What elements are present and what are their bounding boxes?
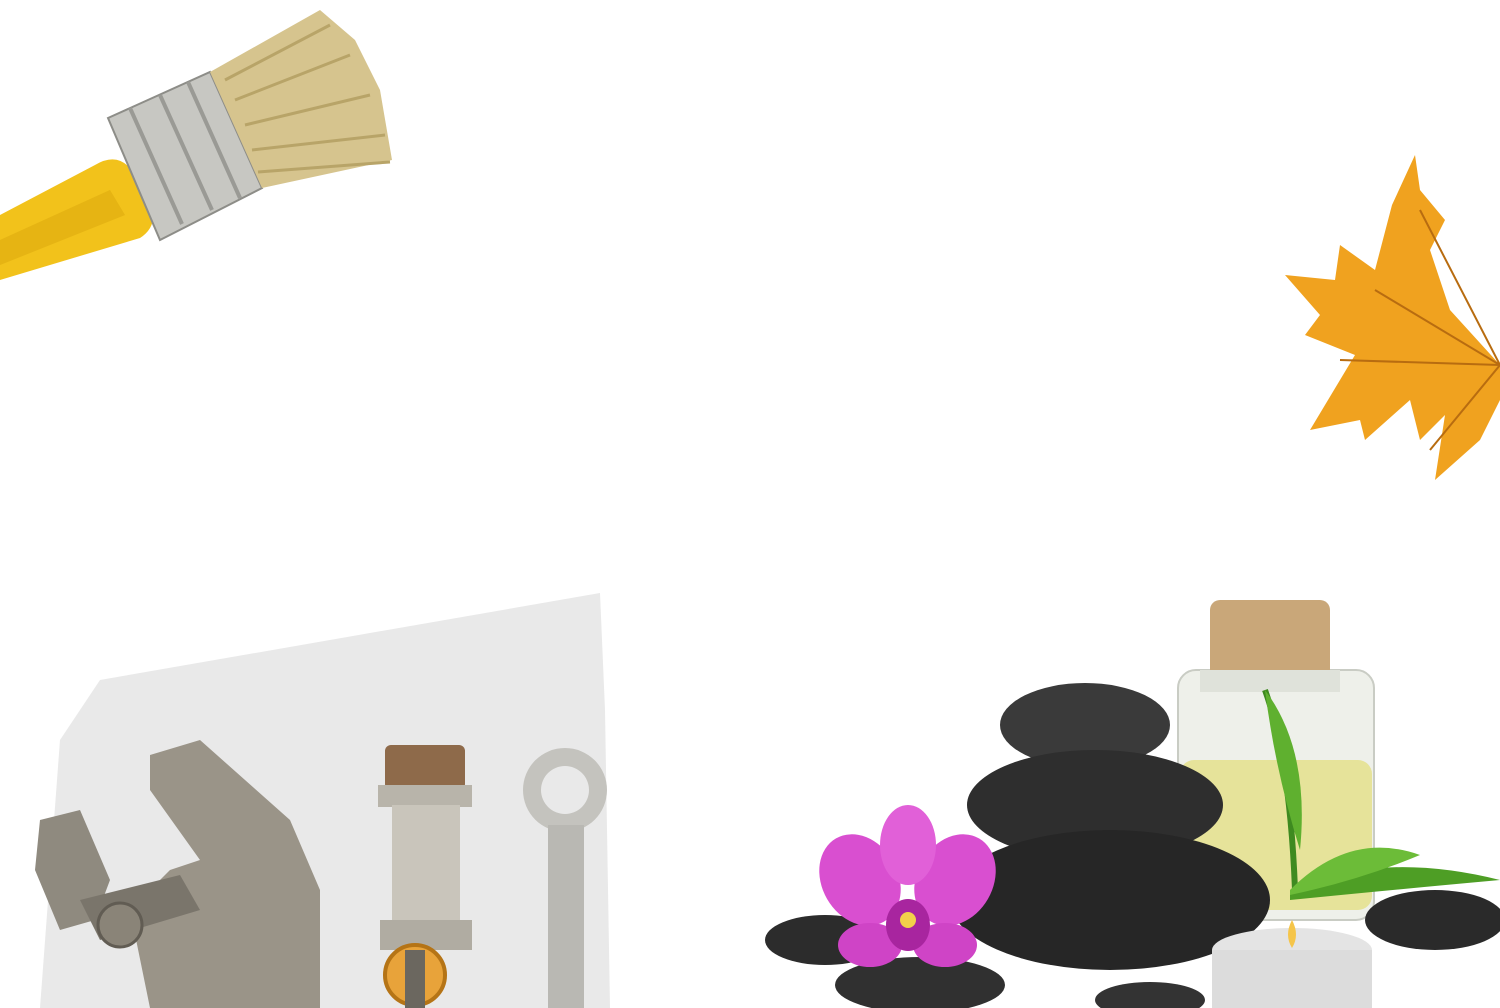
plumbing-tools-image [0, 590, 620, 1008]
tools-illustration [35, 593, 610, 1008]
bottle-cork [1210, 600, 1330, 680]
maple-leaf-icon [1285, 155, 1500, 480]
paint-brush-image [0, 0, 400, 290]
spa-arrangement-image [730, 590, 1500, 1008]
leaf-blade [1285, 155, 1500, 480]
maple-leaf-image [1280, 150, 1500, 520]
paint-brush-icon [0, 10, 392, 280]
spa-illustration [765, 600, 1500, 1008]
